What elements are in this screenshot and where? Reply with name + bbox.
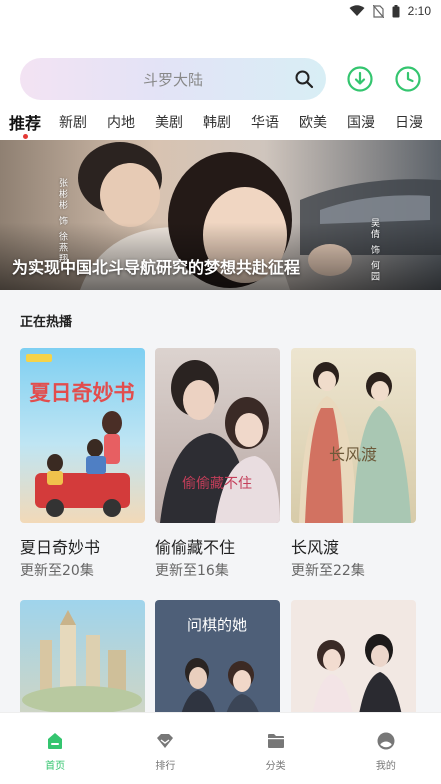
battery-icon: [392, 4, 400, 18]
folder-icon: [267, 734, 284, 748]
tab-label: 新剧: [59, 115, 87, 131]
card-episode-status: 更新至20集: [20, 563, 94, 579]
tab-label: 华语: [251, 115, 279, 131]
tab-label: 推荐: [8, 114, 41, 133]
poster-title: 夏日奇妙书: [30, 381, 135, 405]
active-tab-dot: [23, 134, 28, 139]
nav-ranking[interactable]: 排行: [110, 713, 220, 784]
wifi-icon: [349, 5, 365, 17]
featured-banner[interactable]: 张彬彬 饰 徐燕翔 吴倩 饰 何园 为实现中国北斗导航研究的梦想共赴征程: [0, 140, 441, 290]
tab-label: 国漫: [347, 115, 375, 131]
nav-profile[interactable]: 我的: [331, 713, 441, 784]
tab-us-drama[interactable]: 美剧: [154, 112, 184, 132]
download-icon[interactable]: [347, 66, 373, 92]
diamond-icon: [157, 734, 174, 748]
tab-label: 欧美: [299, 115, 327, 131]
tab-korean-drama[interactable]: 韩剧: [202, 112, 232, 132]
credit-role: 何园: [369, 260, 379, 283]
credit-role-word: 饰: [57, 215, 67, 227]
nav-label: 首页: [45, 761, 66, 772]
tab-chinese[interactable]: 华语: [250, 112, 280, 132]
tab-label: 韩剧: [203, 115, 231, 131]
tab-chinese-anime[interactable]: 国漫: [346, 112, 376, 132]
bottom-navigation: 首页 排行 分类 我的: [0, 712, 441, 784]
card-title: 夏日奇妙书: [20, 538, 101, 557]
tab-japanese-anime[interactable]: 日漫: [394, 112, 424, 132]
poster-image: [20, 600, 145, 712]
card-episode-status: 更新至22集: [291, 563, 365, 579]
show-card-row2-3[interactable]: [291, 600, 416, 712]
tab-western[interactable]: 欧美: [298, 112, 328, 132]
poster-image: 夏日奇妙书: [20, 348, 145, 523]
history-clock-icon[interactable]: [395, 66, 421, 92]
show-card-summer[interactable]: 夏日奇妙书 夏日奇妙书 更新至20集: [20, 348, 145, 588]
search-input[interactable]: 斗罗大陆: [20, 58, 326, 100]
poster-image: 问棋的她: [155, 600, 280, 712]
status-bar: 2:10: [0, 0, 441, 22]
tab-mainland[interactable]: 内地: [106, 112, 136, 132]
card-title: 长风渡: [291, 538, 340, 557]
credit-actor: 吴倩: [369, 218, 379, 240]
tab-label: 美剧: [155, 115, 183, 131]
search-placeholder: 斗罗大陆: [142, 70, 203, 89]
category-tabs: 推荐 新剧 内地 美剧 韩剧 华语 欧美 国漫 日漫: [0, 108, 441, 139]
banner-credit-right: 吴倩 饰 何园: [368, 218, 381, 283]
home-icon: [48, 733, 63, 749]
profile-icon: [377, 732, 395, 750]
poster-image: 长风渡: [291, 348, 416, 523]
nav-home[interactable]: 首页: [0, 713, 110, 784]
tab-recommend[interactable]: 推荐: [8, 110, 42, 139]
show-card-changfeng[interactable]: 长风渡 长风渡 更新至22集: [291, 348, 416, 588]
search-icon[interactable]: [294, 69, 314, 89]
poster-image: 偷偷藏不住: [155, 348, 280, 523]
credit-role-word: 饰: [369, 244, 379, 256]
section-title: 正在热播: [20, 315, 73, 330]
no-sim-icon: [372, 4, 384, 18]
status-time: 2:10: [407, 4, 431, 18]
now-playing-section: 正在热播 夏日奇妙书 夏日奇妙书 更新至20集 偷偷藏不住 偷偷藏不住 更新至1…: [0, 290, 441, 712]
banner-caption: 为实现中国北斗导航研究的梦想共赴征程: [12, 258, 301, 277]
card-title: 偷偷藏不住: [155, 538, 236, 557]
poster-image: [291, 600, 416, 712]
credit-actor: 张彬彬: [57, 178, 67, 211]
nav-label: 排行: [155, 761, 176, 772]
card-episode-status: 更新至16集: [155, 563, 229, 579]
tab-new-drama[interactable]: 新剧: [58, 112, 88, 132]
show-card-row2-1[interactable]: [20, 600, 145, 712]
show-card-row2-2[interactable]: 问棋的她: [155, 600, 280, 712]
poster-title: 长风渡: [329, 445, 377, 464]
banner-credit-left: 张彬彬 饰 徐燕翔: [56, 178, 69, 265]
nav-label: 我的: [375, 761, 396, 772]
nav-label: 分类: [265, 761, 286, 772]
show-card-hidden-love[interactable]: 偷偷藏不住 偷偷藏不住 更新至16集: [155, 348, 280, 588]
tab-label: 内地: [107, 115, 135, 131]
nav-category[interactable]: 分类: [221, 713, 331, 784]
search-row: 斗罗大陆: [20, 58, 430, 100]
poster-title: 问棋的她: [187, 616, 247, 634]
poster-title: 偷偷藏不住: [182, 476, 252, 492]
tab-label: 日漫: [395, 115, 423, 131]
